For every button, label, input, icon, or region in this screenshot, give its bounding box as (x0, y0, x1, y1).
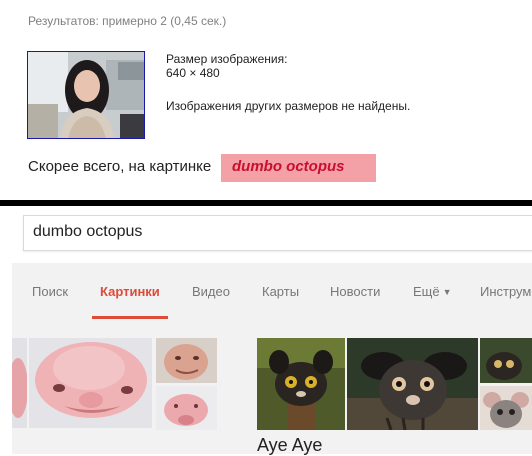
blobfish-image (156, 338, 217, 383)
result-image-aye-aye-4[interactable] (480, 386, 532, 430)
best-guess-link-label: dumbo octopus (232, 158, 345, 175)
tab-more-label: Ещё (413, 284, 440, 299)
active-tab-indicator (92, 316, 168, 319)
result-image-aye-aye-3[interactable] (480, 338, 532, 383)
search-input[interactable] (33, 223, 513, 241)
blobfish-image (29, 338, 152, 428)
result-image-blobfish-small-1[interactable] (156, 338, 217, 383)
tab-images[interactable]: Картинки (100, 284, 160, 299)
result-image-blobfish-small-2[interactable] (156, 386, 217, 430)
results-stats: Результатов: примерно 2 (0,45 сек.) (28, 14, 227, 28)
best-guess-text: Скорее всего, на картинке (28, 158, 212, 175)
no-other-sizes-text: Изображения других размеров не найдены. (166, 99, 411, 113)
tab-search[interactable]: Поиск (32, 284, 68, 299)
blobfish-image (12, 338, 27, 428)
woman-photo (28, 52, 144, 138)
best-guess-link[interactable]: dumbo octopus (221, 154, 376, 182)
tab-more[interactable]: Ещё ▼ (413, 284, 452, 299)
aye-aye-image (480, 386, 532, 430)
aye-aye-image (347, 338, 478, 430)
result-image-aye-aye-1[interactable] (257, 338, 345, 430)
image-size-label: Размер изображения: (166, 52, 288, 66)
tab-news[interactable]: Новости (330, 284, 380, 299)
aye-aye-image (480, 338, 532, 383)
tab-video[interactable]: Видео (192, 284, 230, 299)
result-caption-aye-aye[interactable]: Aye Aye (257, 435, 322, 456)
search-box[interactable] (23, 215, 532, 251)
result-image-blobfish-edge[interactable] (12, 338, 27, 428)
query-image-thumbnail[interactable] (27, 51, 145, 139)
image-size-value: 640 × 480 (166, 66, 220, 80)
tab-maps[interactable]: Карты (262, 284, 299, 299)
image-search-panel: Поиск Картинки Видео Карты Новости Ещё▼ … (0, 206, 532, 456)
aye-aye-image (257, 338, 345, 430)
result-image-aye-aye-2[interactable] (347, 338, 478, 430)
reverse-search-panel: Результатов: примерно 2 (0,45 сек.) Разм… (0, 0, 532, 200)
result-image-blobfish-large[interactable] (29, 338, 152, 428)
tab-tools[interactable]: Инструм (480, 284, 531, 299)
blobfish-image (156, 386, 217, 430)
caret-down-icon: ▼ (442, 287, 452, 297)
